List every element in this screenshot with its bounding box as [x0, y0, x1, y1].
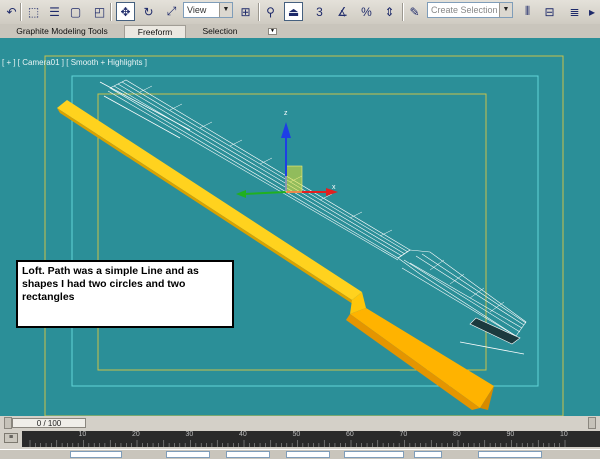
time-slider-handle[interactable]: 0 / 100: [12, 418, 86, 428]
chevron-down-icon: ▼: [499, 3, 512, 17]
viewport-scene: [44, 55, 564, 416]
chevron-down-icon: ▼: [219, 3, 232, 17]
key-filter-dropdown[interactable]: [478, 451, 542, 458]
auto-key-button[interactable]: [414, 451, 442, 458]
percent-snap-icon[interactable]: %: [357, 2, 376, 21]
time-slider-bar[interactable]: [0, 416, 600, 429]
annotation-note: Loft. Path was a simple Line and as shap…: [16, 260, 234, 328]
track-bar-tick-label: 10: [78, 431, 87, 438]
pivot-center-icon[interactable]: ⊞: [236, 2, 255, 21]
keyboard-shortcut-override-icon[interactable]: ⏏: [284, 2, 303, 21]
angle-snap-icon[interactable]: ∡: [333, 2, 352, 21]
z-coordinate-field[interactable]: [286, 451, 330, 458]
ribbon-tab-bar: Graphite Modeling Tools Freeform Selecti…: [0, 24, 600, 38]
track-bar-tick-label: 60: [346, 431, 354, 438]
gizmo-z-axis-label: z: [284, 110, 288, 117]
tab-graphite-modeling-tools[interactable]: Graphite Modeling Tools: [8, 25, 116, 38]
select-and-link-icon[interactable]: ⚲: [261, 2, 280, 21]
select-by-name-icon[interactable]: ☰: [45, 2, 64, 21]
viewport-label-menu[interactable]: [ + ] [ Camera01 ] [ Smooth + Highlights…: [2, 58, 147, 67]
loft-object-shaded[interactable]: [57, 100, 494, 410]
time-slider-next-button[interactable]: [588, 417, 596, 429]
tab-freeform[interactable]: Freeform: [124, 25, 186, 38]
snaps-toggle-icon[interactable]: 3: [310, 2, 329, 21]
track-bar-tick-label: 30: [185, 431, 194, 438]
safe-frame-outer: [44, 55, 564, 416]
reference-coordinate-system-value: View: [187, 5, 207, 15]
selection-lock-field[interactable]: [70, 451, 122, 458]
toolbar-separator: [258, 3, 260, 21]
mirror-icon[interactable]: ⫴: [518, 2, 537, 21]
safe-frame-title: [97, 93, 487, 371]
track-bar-tick-label: 10: [560, 431, 568, 438]
open-mini-curve-editor-icon[interactable]: ≡: [4, 433, 18, 443]
camera-viewport[interactable]: z x: [0, 38, 600, 416]
track-bar-tick-label: 40: [239, 431, 247, 438]
safe-frame-action: [71, 75, 539, 387]
track-bar[interactable]: 10 20 30 40 50 60 70 80 90 10: [22, 431, 600, 447]
window-crossing-icon[interactable]: ◰: [90, 2, 109, 21]
undo-icon[interactable]: ↶: [2, 2, 21, 21]
track-bar-tick-label: 80: [453, 431, 461, 438]
tab-selection[interactable]: Selection: [192, 25, 248, 38]
track-bar-tick-label: 20: [132, 431, 140, 438]
rectangular-selection-region-icon[interactable]: ▢: [66, 2, 85, 21]
named-selection-sets-dropdown[interactable]: Create Selection Se ▼: [427, 2, 513, 18]
reference-coordinate-system-dropdown[interactable]: View ▼: [183, 2, 233, 18]
select-and-move-icon[interactable]: ✥: [116, 2, 135, 21]
grid-size-field[interactable]: [344, 451, 404, 458]
select-and-rotate-icon[interactable]: ↻: [139, 2, 158, 21]
select-object-icon[interactable]: ⬚: [24, 2, 43, 21]
spinner-snap-icon[interactable]: ⇕: [380, 2, 399, 21]
track-bar-tick-label: 50: [292, 431, 301, 438]
toolbar-separator: [402, 3, 404, 21]
time-slider-prev-button[interactable]: [4, 417, 12, 429]
toolbar-overflow-icon[interactable]: ▸: [585, 2, 599, 21]
track-bar-tick-label: 90: [506, 431, 515, 438]
align-icon[interactable]: ⊟: [540, 2, 559, 21]
select-and-scale-icon[interactable]: ⤢: [162, 2, 181, 21]
move-transform-gizmo[interactable]: [236, 122, 338, 198]
edit-named-selection-icon[interactable]: ✎: [405, 2, 424, 21]
toolbar-separator: [110, 3, 112, 21]
track-bar-tick-label: 70: [399, 431, 408, 438]
main-toolbar: ↶ ⬚ ☰ ▢ ◰ ✥ ↻ ⤢ View ▼ ⊞ ⚲ ⏏ 3 ∡ % ⇕ ✎ C…: [0, 0, 600, 25]
gizmo-x-axis-label: x: [332, 184, 336, 191]
y-coordinate-field[interactable]: [226, 451, 270, 458]
ribbon-options-button[interactable]: ▼: [268, 28, 277, 35]
x-coordinate-field[interactable]: [166, 451, 210, 458]
toolbar-separator: [20, 3, 22, 21]
layer-manager-icon[interactable]: ≣: [565, 2, 584, 21]
